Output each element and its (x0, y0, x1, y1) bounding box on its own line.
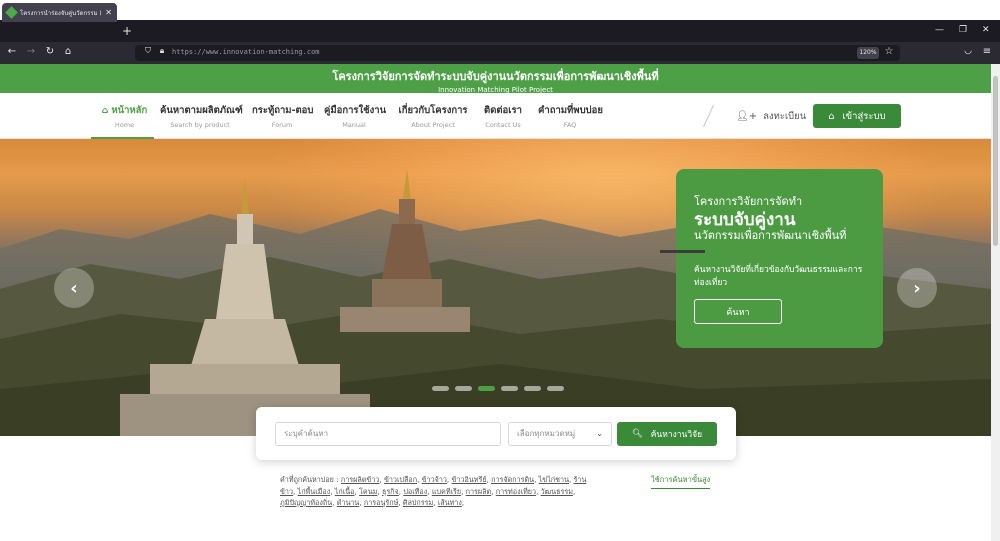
popular-term[interactable]: วัฒนธรรม (541, 487, 573, 496)
nav-label-th: กระทู้ถาม-ตอบ (252, 105, 314, 116)
nav-label-en: About Project (411, 121, 455, 129)
back-icon[interactable]: ← (5, 46, 19, 57)
hero-promo-card: โครงการวิจัยการจัดทำ ระบบจับคู่งาน นวัตก… (660, 169, 883, 348)
category-select[interactable]: เลือกทุกหมวดหมู่ ⌄ (508, 422, 612, 446)
nav-item-search-by-product[interactable]: ค้นหาตามผลิตภัณฑ์ Search by product (160, 103, 243, 129)
lock-icon[interactable]: 🔒︎ (155, 46, 169, 56)
nav-item-faq[interactable]: คำถามที่พบบ่อย FAQ (538, 103, 603, 129)
popular-term[interactable]: การท่องเที่ยว (496, 487, 536, 496)
slider-dot[interactable] (432, 386, 449, 391)
popular-term[interactable]: โคนม (359, 487, 377, 496)
popular-term[interactable]: ข้าวจ้าว (422, 475, 447, 484)
window-close-icon[interactable]: ✕ (982, 25, 990, 35)
popular-term[interactable]: การอนุรักษ์ (364, 498, 398, 507)
search-icon: 🔍︎ (631, 429, 643, 439)
nav-label-en: Search by product (170, 121, 230, 129)
forward-icon[interactable]: → (24, 46, 38, 57)
popular-term[interactable]: ศิลปกรรม (403, 498, 433, 507)
promo-line-3: นวัตกรรมเพื่อการพัฒนาเชิงพื้นที่ (694, 229, 847, 242)
popular-term[interactable]: ข้าวอินทรีย์ (452, 475, 487, 484)
slider-indicators (432, 386, 564, 391)
pocket-icon[interactable]: ◡ (961, 46, 975, 56)
chevron-left-icon: ‹ (70, 277, 78, 299)
nav-label-th: ติดต่อเรา (484, 105, 522, 116)
promo-search-button[interactable]: ค้นหา (694, 299, 782, 324)
chevron-right-icon: › (913, 277, 921, 299)
slider-dot-active[interactable] (478, 386, 495, 391)
popular-terms: คำที่ถูกค้นหาบ่อย : การผลิตข้าว, ข้าวเปล… (280, 475, 587, 507)
popular-term[interactable]: ไก่เนื้อ (335, 487, 355, 496)
popular-label: คำที่ถูกค้นหาบ่อย : (280, 475, 339, 484)
nav-label-th: คำถามที่พบบ่อย (538, 105, 603, 116)
browser-tab-bar (0, 20, 1000, 42)
slider-dot[interactable] (455, 386, 472, 391)
register-label: ลงทะเบียน (763, 111, 807, 122)
nav-label-th: คู่มือการใช้งาน (324, 105, 387, 116)
popular-term[interactable]: การผลิตข้าว (341, 475, 380, 484)
new-tab-icon[interactable]: + (122, 24, 132, 38)
promo-description: ค้นหางานวิจัยที่เกี่ยวข้องกับวัฒนธรรมและ… (694, 265, 863, 288)
login-button[interactable]: ⌂ เข้าสู่ระบบ (813, 104, 901, 128)
url-text[interactable]: https://www.innovation-matching.com (172, 48, 320, 56)
keyword-search-input[interactable]: ระบุคำค้นหา (275, 422, 501, 446)
reload-icon[interactable]: ↻ (43, 46, 57, 57)
popular-term[interactable]: การจัดการดิน (491, 475, 534, 484)
page-scrollbar[interactable] (991, 64, 1000, 541)
close-tab-icon[interactable]: ✕ (105, 8, 112, 17)
promo-accent-bar (660, 250, 705, 253)
top-margin (0, 0, 1000, 20)
advanced-search-link[interactable]: ใช้การค้นหาขั้นสูง (651, 474, 711, 489)
nav-item-about-project[interactable]: เกี่ยวกับโครงการ About Project (398, 103, 468, 129)
nav-label-en: Home (114, 121, 135, 129)
popular-term[interactable]: ปอเทือง (403, 487, 427, 496)
register-link[interactable]: 👤︎+ ลงทะเบียน (736, 109, 806, 124)
browser-tab[interactable]: โครงการนำร่องจับคู่นวัตกรรม (Inn ✕ (2, 3, 117, 22)
home-icon[interactable]: ⌂ (61, 46, 75, 57)
nav-item-forum[interactable]: กระทู้ถาม-ตอบ Forum (252, 103, 314, 129)
nav-item-manual[interactable]: คู่มือการใช้งาน Manual (324, 103, 387, 129)
popular-term[interactable]: แบคทีเรีย (432, 487, 461, 496)
browser-tab-title: โครงการนำร่องจับคู่นวัตกรรม (Inn (20, 9, 101, 17)
nav-label-en: Forum (271, 121, 293, 129)
slider-dot[interactable] (547, 386, 564, 391)
nav-item-contact-us[interactable]: ติดต่อเรา Contact Us (479, 103, 527, 129)
shield-icon[interactable]: ⛉ (141, 46, 155, 56)
popular-term[interactable]: ไก่พื้นเมือง (298, 487, 331, 496)
slider-dot[interactable] (501, 386, 518, 391)
menu-icon[interactable]: ≡ (980, 46, 994, 57)
nav-label-en: FAQ (563, 121, 577, 129)
popular-term[interactable]: ไข่ไก่ชาน (539, 475, 569, 484)
chevron-down-icon: ⌄ (596, 429, 603, 438)
slider-dot[interactable] (524, 386, 541, 391)
bookmark-star-icon[interactable]: ☆ (882, 46, 896, 57)
search-research-button[interactable]: 🔍︎ ค้นหางานวิจัย (617, 422, 717, 446)
nav-label-en: Manual (342, 121, 366, 129)
site-title-th: โครงการวิจัยการจัดทำระบบจับคู่งานนวัตกรร… (332, 70, 659, 83)
popular-term[interactable]: เส้นทาง (438, 498, 462, 507)
minimize-icon[interactable]: — (935, 25, 944, 35)
site-favicon-icon (5, 6, 18, 19)
popular-term[interactable]: ธุรกิจ (382, 487, 399, 496)
category-select-value: เลือกทุกหมวดหมู่ (517, 429, 576, 438)
add-user-icon: 👤︎+ (736, 111, 758, 122)
login-label: เข้าสู่ระบบ (842, 110, 886, 122)
popular-term[interactable]: ภูมิปัญญาท้องถิ่น (280, 498, 332, 507)
home-icon: ⌂ (101, 106, 112, 116)
popular-term[interactable]: ข้าวเปลือก (384, 475, 417, 484)
nav-item-home[interactable]: ⌂ หน้าหลัก Home (99, 103, 150, 129)
nav-label-th: เกี่ยวกับโครงการ (398, 105, 468, 116)
scrollbar-thumb[interactable] (993, 76, 998, 246)
site-banner: โครงการวิจัยการจัดทำระบบจับคู่งานนวัตกรร… (0, 64, 991, 94)
slider-next-button[interactable]: › (897, 268, 937, 308)
search-button-label: ค้นหางานวิจัย (650, 430, 703, 440)
nav-label-en: Contact Us (485, 121, 521, 129)
zoom-level[interactable]: 120% (857, 47, 879, 59)
popular-term[interactable]: ตำนาน (337, 498, 360, 507)
nav-label-th: ค้นหาตามผลิตภัณฑ์ (160, 105, 243, 116)
restore-icon[interactable]: ❐ (959, 25, 967, 35)
nav-label-th: หน้าหลัก (111, 105, 148, 116)
home-lock-icon: ⌂ (828, 110, 835, 122)
popular-term[interactable]: การผลิต (466, 487, 492, 496)
slider-prev-button[interactable]: ‹ (54, 268, 94, 308)
